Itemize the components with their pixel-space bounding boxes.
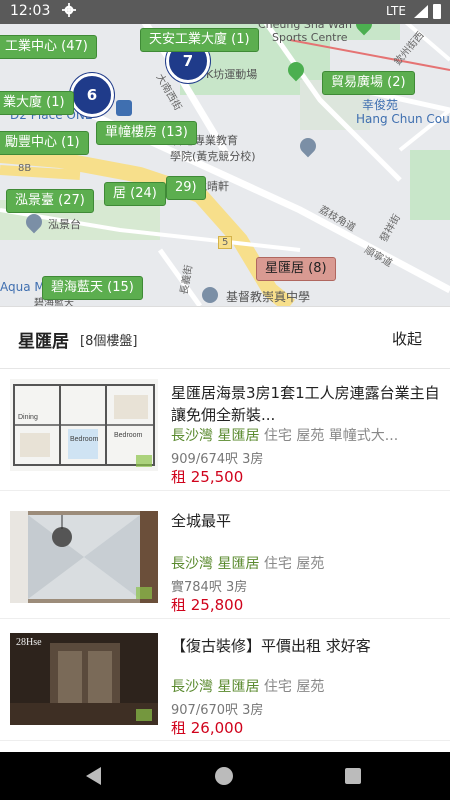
listing-title: 【復古裝修】平價出租 求好客 bbox=[171, 637, 371, 655]
thumbnail-watermark: 28Hse bbox=[16, 637, 42, 648]
listing-sheet: 星匯居 [8個樓盤] 收起 Dining Bedroom Bedroom 星匯居… bbox=[0, 306, 450, 752]
listing-thumbnail-mirror bbox=[10, 511, 158, 603]
school-icon[interactable] bbox=[202, 287, 218, 303]
listing-thumbnail-floorplan: Dining Bedroom Bedroom bbox=[10, 379, 158, 471]
map-label: Hang Chun Court bbox=[356, 112, 450, 126]
listing-item[interactable]: Dining Bedroom Bedroom 星匯居海景3房1套1工人房連露台業… bbox=[0, 369, 450, 491]
map-building-pin[interactable]: 碧海藍天 (15) bbox=[42, 276, 143, 300]
map-building-pin[interactable]: 業大廈 (1) bbox=[0, 91, 74, 115]
back-icon[interactable] bbox=[86, 767, 101, 785]
map-label: 幸俊苑 bbox=[362, 98, 399, 112]
listing-type: 住宅 屋苑 bbox=[263, 679, 325, 695]
shopping-icon[interactable] bbox=[116, 100, 132, 116]
map-building-pin[interactable]: 工業中心 (47) bbox=[0, 35, 97, 59]
map-building-pin-selected[interactable]: 星匯居 (8) bbox=[256, 257, 336, 281]
home-icon[interactable] bbox=[215, 767, 233, 785]
listing-price: 租 25,500 bbox=[171, 468, 244, 486]
signal-icon bbox=[414, 5, 428, 18]
map-label: 5 bbox=[218, 236, 233, 249]
svg-text:Dining: Dining bbox=[18, 414, 38, 421]
listing-size: 907/670呎 3房 bbox=[171, 703, 264, 718]
listing-location: 長沙灣 星匯居 住宅 屋苑 bbox=[171, 553, 443, 573]
listing-district: 長沙灣 bbox=[171, 556, 213, 572]
battery-icon bbox=[433, 4, 441, 19]
map-building-pin[interactable]: 勵豐中心 (1) bbox=[0, 131, 89, 155]
map-building-pin[interactable]: 天安工業大廈 (1) bbox=[140, 28, 259, 52]
network-type: LTE bbox=[386, 4, 406, 18]
listing-price: 租 26,000 bbox=[171, 719, 244, 737]
map-label: Aqua M bbox=[0, 280, 45, 294]
listing-count: [8個樓盤] bbox=[80, 334, 138, 349]
svg-text:Bedroom: Bedroom bbox=[70, 436, 99, 443]
sheet-title: 星匯居 bbox=[18, 332, 69, 352]
map-cluster[interactable]: 6 bbox=[70, 73, 114, 117]
status-bar: 12:03 LTE bbox=[0, 0, 450, 24]
map-label: 學院(黃克競分校) bbox=[170, 150, 256, 163]
listing-item[interactable]: 28Hse 【復古裝修】平價出租 求好客 長沙灣 星匯居 住宅 屋苑 907/6… bbox=[0, 619, 450, 741]
listing-title: 星匯居海景3房1套1工人房連露台業主自讓免佣全新裝... bbox=[171, 384, 440, 424]
listing-price: 租 25,800 bbox=[171, 596, 244, 614]
map-building-pin[interactable]: 單幢樓房 (13) bbox=[96, 121, 197, 145]
map-building-pin[interactable]: 貿易廣場 (2) bbox=[322, 71, 415, 95]
map-building-pin[interactable]: 泓景臺 (27) bbox=[6, 189, 94, 213]
svg-text:Bedroom: Bedroom bbox=[114, 432, 143, 439]
listing-estate: 星匯居 bbox=[217, 556, 260, 572]
map-building-pin[interactable]: 29) bbox=[166, 176, 206, 200]
listing-size: 909/674呎 3房 bbox=[171, 452, 264, 467]
listing-item[interactable]: 全城最平 長沙灣 星匯居 住宅 屋苑 實784呎 3房 租 25,800 bbox=[0, 497, 450, 619]
map-label: 基督教崇真中學 bbox=[226, 290, 311, 304]
map-label: K坊運動場 bbox=[206, 68, 258, 81]
system-nav-bar bbox=[0, 752, 450, 800]
listing-title: 全城最平 bbox=[171, 512, 232, 530]
listing-estate: 星匯居 bbox=[217, 428, 260, 444]
map-label: 泓景台 bbox=[48, 218, 81, 231]
listing-type: 住宅 屋苑 單幢式大... bbox=[263, 428, 399, 444]
map-building-pin[interactable]: 居 (24) bbox=[104, 182, 166, 206]
collapse-button[interactable]: 收起 bbox=[392, 328, 422, 349]
listing-district: 長沙灣 bbox=[171, 679, 213, 695]
listing-type: 住宅 屋苑 bbox=[263, 556, 325, 572]
listing-location: 長沙灣 星匯居 住宅 屋苑 單幢式大... bbox=[171, 425, 443, 445]
map-view[interactable]: Cheung Sha Wan Sports Centre K坊運動場 幸俊苑 H… bbox=[0, 0, 450, 306]
map-label: Sports Centre bbox=[272, 31, 348, 44]
status-time: 12:03 bbox=[10, 3, 51, 19]
listing-location: 長沙灣 星匯居 住宅 屋苑 bbox=[171, 676, 443, 696]
map-label: 8B bbox=[18, 163, 32, 174]
sheet-header: 星匯居 [8個樓盤] 收起 bbox=[0, 307, 450, 369]
listing-district: 長沙灣 bbox=[171, 428, 213, 444]
listing-estate: 星匯居 bbox=[217, 679, 260, 695]
settings-gear-icon bbox=[62, 3, 76, 17]
recent-apps-icon[interactable] bbox=[345, 768, 361, 784]
listing-size: 實784呎 3房 bbox=[171, 580, 248, 595]
listing-thumbnail-room: 28Hse bbox=[10, 633, 158, 725]
